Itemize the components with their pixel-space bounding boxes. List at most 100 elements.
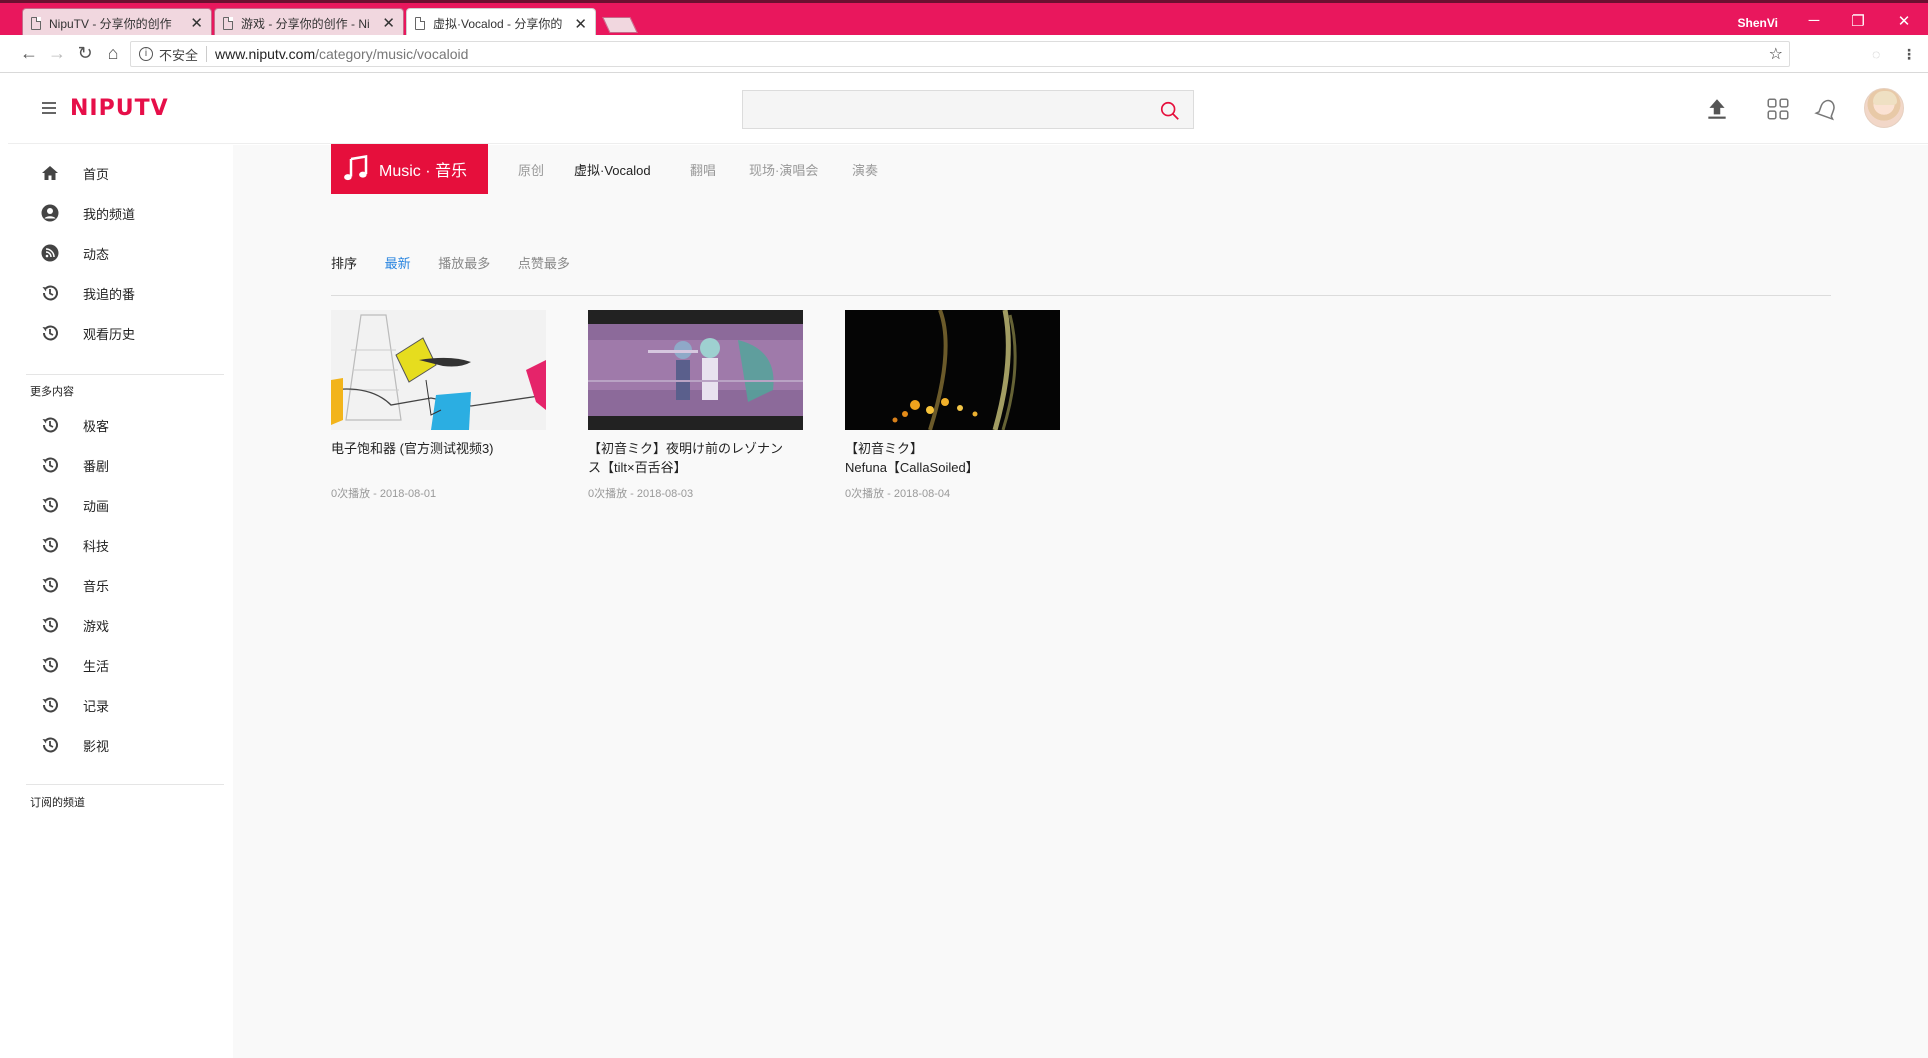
site-header: NIPUTV [8, 74, 1928, 144]
window-close-icon[interactable]: ✕ [1894, 12, 1914, 30]
sidebar-item-home[interactable]: 首页 [8, 155, 233, 191]
history-icon [42, 417, 58, 433]
video-card[interactable]: 【初音ミク】夜明け前のレゾナン ス【tilt×百舌谷】 0次播放 - 2018-… [588, 310, 803, 500]
tab-close-icon[interactable]: ✕ [190, 14, 203, 32]
upload-icon[interactable] [1704, 96, 1730, 122]
apps-grid-icon[interactable] [1765, 96, 1791, 122]
sidebar-item-label: 首页 [83, 166, 110, 182]
minimize-icon[interactable]: ─ [1804, 12, 1824, 29]
history-icon [42, 457, 58, 473]
browser-tab-2[interactable]: 游戏 - 分享你的创作 - Ni ✕ [214, 8, 404, 37]
category-badge[interactable]: Music · 音乐 [331, 144, 488, 194]
sort-most-liked[interactable]: 点赞最多 [518, 256, 570, 271]
video-card[interactable]: 【初音ミク】 Nefuna【CallaSoiled】 0次播放 - 2018-0… [845, 310, 1060, 500]
user-circle-icon [41, 204, 59, 222]
forward-icon[interactable]: → [46, 43, 68, 64]
info-icon[interactable]: i [139, 47, 153, 61]
history-icon [42, 657, 58, 673]
history-icon [42, 325, 58, 341]
sidebar-item-label: 我追的番 [83, 286, 136, 302]
hamburger-menu-icon[interactable] [42, 102, 56, 114]
sidebar-item-feed[interactable]: 动态 [8, 235, 233, 271]
history-icon [42, 285, 58, 301]
sidebar-item-label: 游戏 [83, 618, 110, 634]
search-input[interactable] [742, 90, 1194, 129]
subcategory-original[interactable]: 原创 [518, 160, 544, 179]
main-content: Music · 音乐 原创 虚拟·Vocalod 翻唱 现场·演唱会 演奏 排序… [233, 144, 1928, 1058]
sidebar: 首页 我的频道 动态 我追的番 观看历史 更多内容 极客番剧动画科技音乐游戏生活… [8, 145, 233, 1058]
music-note-icon [344, 155, 368, 181]
bell-icon[interactable] [1814, 96, 1840, 122]
sidebar-item-label: 动画 [83, 498, 110, 514]
sidebar-heading-more: 更多内容 [30, 386, 74, 398]
tab-close-icon[interactable]: ✕ [574, 15, 587, 33]
subcategory-instrumental[interactable]: 演奏 [852, 160, 878, 179]
content-divider [331, 295, 1831, 296]
video-title[interactable]: 【初音ミク】夜明け前のレゾナン ス【tilt×百舌谷】 [588, 439, 803, 477]
video-thumbnail[interactable] [588, 310, 803, 430]
browser-tab-3-active[interactable]: 虚拟·Vocalod - 分享你的 ✕ [406, 8, 596, 38]
browser-menu-icon[interactable]: ⋮ [1902, 46, 1916, 63]
sidebar-item-games[interactable]: 游戏 [8, 607, 233, 643]
url-field[interactable]: i 不安全 www.niputv.com/category/music/voca… [130, 41, 1790, 67]
divider [206, 46, 208, 62]
browser-profile-name[interactable]: ShenVi [1738, 16, 1778, 30]
history-icon [42, 737, 58, 753]
sort-newest[interactable]: 最新 [385, 256, 411, 271]
sidebar-item-followed-anime[interactable]: 我追的番 [8, 275, 233, 311]
sidebar-item-label: 科技 [83, 538, 110, 554]
video-title-line: 【初音ミク】夜明け前のレゾナン [588, 441, 784, 456]
video-card[interactable]: 电子饱和器 (官方测试视频3) 0次播放 - 2018-08-01 [331, 310, 546, 500]
sidebar-heading-subscribed: 订阅的频道 [30, 797, 85, 809]
sidebar-item-geek[interactable]: 极客 [8, 407, 233, 443]
home-icon [42, 166, 58, 180]
sidebar-divider [26, 784, 224, 785]
sort-label: 排序 [331, 256, 358, 271]
video-title-line: Nefuna【CallaSoiled】 [845, 460, 979, 475]
url-path: /category/music/vocaloid [315, 46, 469, 62]
document-icon [415, 17, 425, 30]
sidebar-divider [26, 374, 224, 375]
subcategory-cover[interactable]: 翻唱 [690, 160, 716, 179]
back-icon[interactable]: ← [18, 43, 40, 64]
extension-icon[interactable]: ◌ [1872, 46, 1880, 62]
security-status: 不安全 [159, 47, 199, 63]
restore-icon[interactable]: ❐ [1848, 12, 1868, 30]
sidebar-item-label: 番剧 [83, 458, 110, 474]
sidebar-item-watch-history[interactable]: 观看历史 [8, 315, 233, 351]
sidebar-item-life[interactable]: 生活 [8, 647, 233, 683]
video-meta: 0次播放 - 2018-08-03 [588, 488, 694, 500]
sidebar-item-music[interactable]: 音乐 [8, 567, 233, 603]
browser-tab-bar: NipuTV - 分享你的创作 ✕ 游戏 - 分享你的创作 - Ni ✕ 虚拟·… [0, 0, 1928, 38]
document-icon [223, 16, 233, 30]
video-thumbnail[interactable] [845, 310, 1060, 430]
sidebar-item-my-channel[interactable]: 我的频道 [8, 195, 233, 231]
bookmark-star-icon[interactable]: ☆ [1769, 44, 1783, 64]
tab-close-icon[interactable]: ✕ [382, 14, 395, 32]
history-icon [42, 577, 58, 593]
user-avatar[interactable] [1864, 88, 1904, 128]
sidebar-item-anime-series[interactable]: 番剧 [8, 447, 233, 483]
video-thumbnail[interactable] [331, 310, 546, 430]
subcategory-vocaloid[interactable]: 虚拟·Vocalod [574, 160, 651, 179]
video-title-line: 【初音ミク】 [845, 441, 924, 456]
sidebar-item-animation[interactable]: 动画 [8, 487, 233, 523]
sidebar-item-label: 观看历史 [83, 326, 136, 342]
sidebar-item-documentary[interactable]: 记录 [8, 687, 233, 723]
reload-icon[interactable]: ↻ [74, 43, 96, 64]
home-icon[interactable]: ⌂ [102, 43, 124, 64]
video-title[interactable]: 【初音ミク】 Nefuna【CallaSoiled】 [845, 439, 1060, 477]
category-title: Music · 音乐 [379, 163, 468, 180]
subcategory-live[interactable]: 现场·演唱会 [749, 160, 818, 179]
sort-most-played[interactable]: 播放最多 [438, 256, 490, 271]
browser-tab-1[interactable]: NipuTV - 分享你的创作 ✕ [22, 8, 212, 37]
search-icon[interactable] [1159, 100, 1181, 122]
new-tab-button[interactable] [602, 17, 638, 33]
sidebar-item-label: 音乐 [83, 578, 110, 594]
video-title-line: ス【tilt×百舌谷】 [588, 460, 687, 475]
site-logo[interactable]: NIPUTV [70, 96, 169, 121]
sidebar-item-label: 生活 [83, 658, 110, 674]
sidebar-item-film[interactable]: 影视 [8, 727, 233, 763]
sidebar-item-tech[interactable]: 科技 [8, 527, 233, 563]
video-title[interactable]: 电子饱和器 (官方测试视频3) [331, 439, 546, 458]
